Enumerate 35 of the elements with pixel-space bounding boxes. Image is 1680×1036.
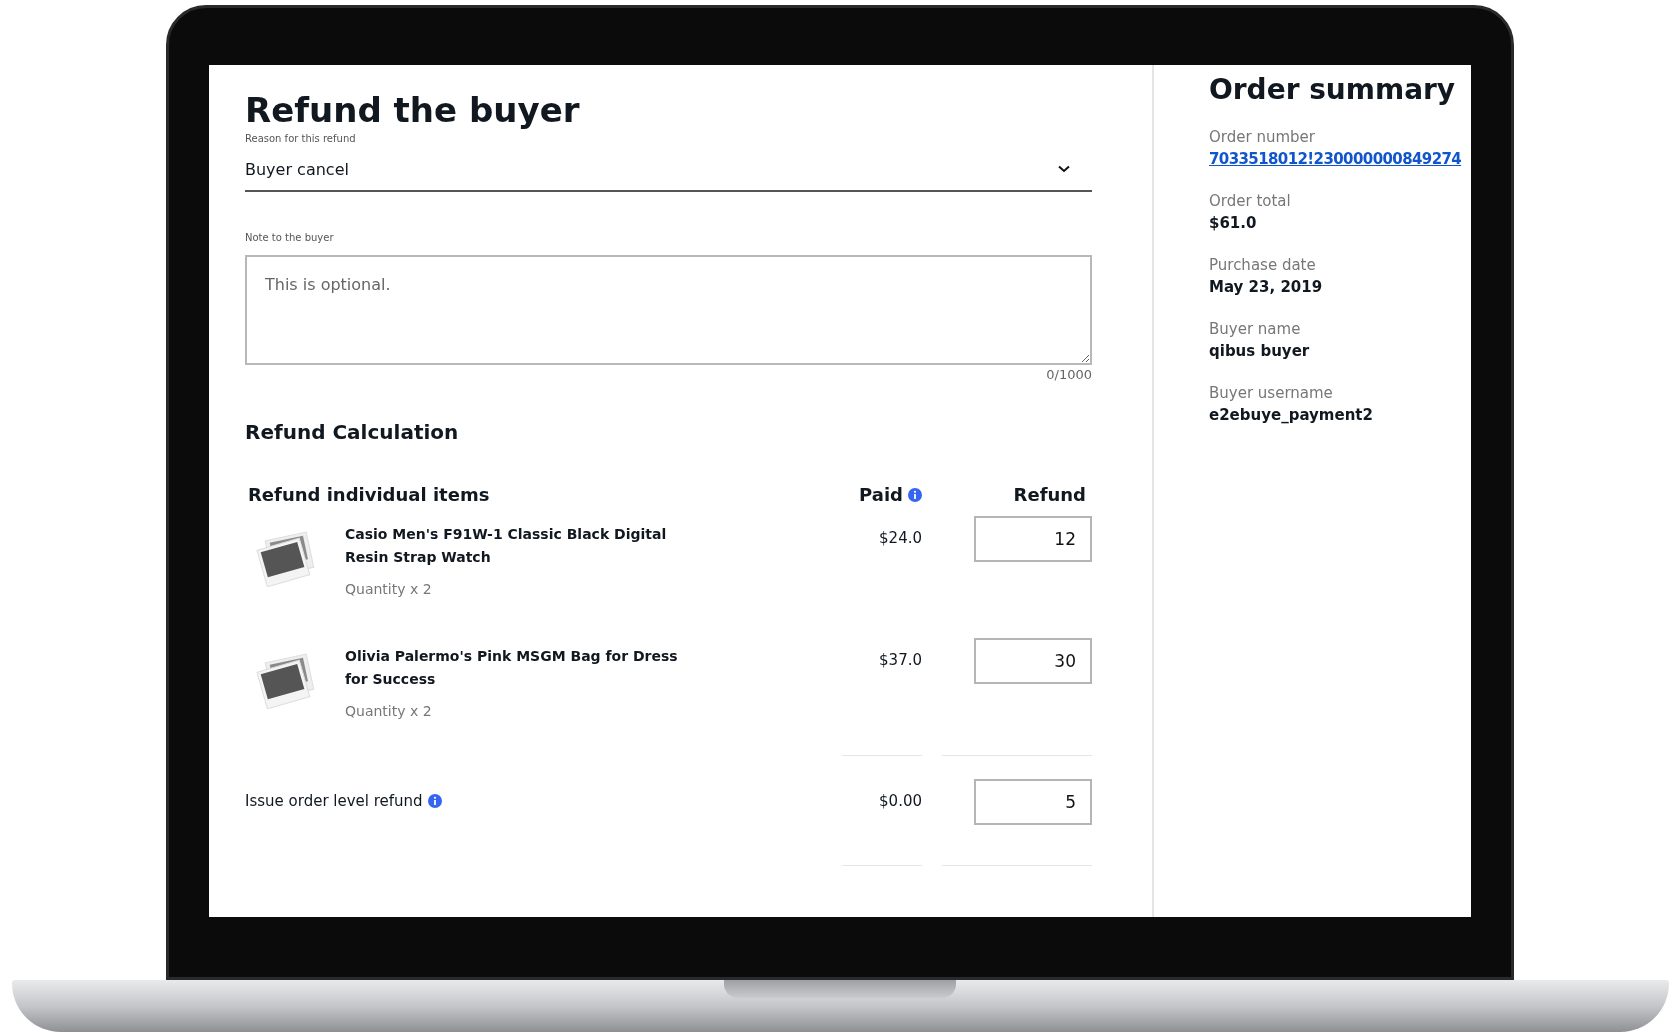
page-title: Refund the buyer — [245, 89, 580, 132]
summary-label: Purchase date — [1209, 256, 1316, 274]
item-quantity: Quantity x 2 — [345, 703, 433, 719]
section-title: Refund Calculation — [245, 420, 459, 444]
field-label: Note to the buyer — [245, 232, 334, 243]
summary-title: Order summary — [1209, 73, 1456, 106]
refund-input[interactable]: 30 — [974, 638, 1092, 684]
chevron-down-icon — [1058, 165, 1070, 173]
summary-label: Buyer username — [1209, 384, 1333, 402]
column-header: Refund individual items — [247, 484, 490, 505]
summary-label: Order total — [1209, 192, 1291, 210]
order-number-link[interactable]: 7033518012!230000000849274 — [1209, 150, 1462, 168]
order-level-label: Issue order level refund — [245, 792, 423, 810]
summary-value: $61.0 — [1209, 214, 1257, 232]
item-name: Casio Men's F91W-1 Classic Black Digital Resin Strap Watch — [345, 525, 668, 567]
note-field[interactable]: This is optional. — [245, 255, 1092, 365]
summary-value: May 23, 2019 — [1209, 278, 1323, 296]
paid-amount: $24.0 — [879, 528, 922, 547]
summary-value: e2ebuye_payment2 — [1209, 406, 1373, 424]
refund-input[interactable]: 5 — [974, 779, 1092, 825]
field-label: Reason for this refund — [245, 133, 356, 144]
summary-value: qibus buyer — [1209, 342, 1310, 360]
column-header: Paid — [859, 484, 903, 505]
info-icon[interactable] — [908, 487, 922, 502]
summary-label: Buyer name — [1209, 320, 1301, 338]
paid-amount: $37.0 — [879, 650, 922, 669]
character-counter: 0/1000 — [1046, 367, 1092, 382]
reason-dropdown[interactable]: Buyer cancel — [245, 148, 1092, 192]
summary-label: Order number — [1209, 128, 1315, 146]
refund-input[interactable]: 12 — [974, 516, 1092, 562]
column-header: Refund — [1013, 484, 1087, 505]
paid-amount: $0.00 — [879, 791, 922, 810]
item-quantity: Quantity x 2 — [345, 581, 433, 597]
info-icon[interactable] — [427, 794, 442, 808]
item-name: Olivia Palermo's Pink MSGM Bag for Dress for Success — [345, 647, 679, 689]
